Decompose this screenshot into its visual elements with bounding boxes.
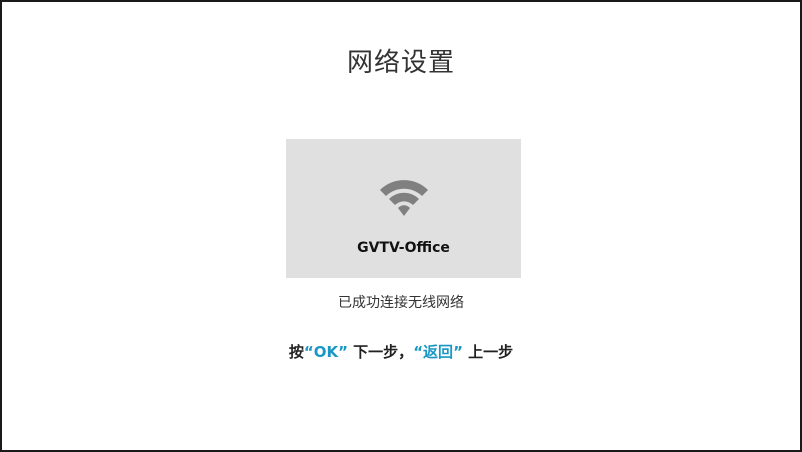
back-key-label: 返回 bbox=[423, 343, 454, 361]
hint-prefix: 按 bbox=[288, 343, 304, 361]
ok-key-label: OK bbox=[313, 343, 339, 361]
network-name: GVTV-Office bbox=[357, 240, 450, 256]
hint-quote-open-ok: “ bbox=[303, 343, 314, 361]
wifi-icon bbox=[380, 180, 428, 216]
navigation-hint: 按“OK” 下一步，“返回” 上一步 bbox=[2, 341, 800, 362]
hint-quote-close-ok: ” bbox=[338, 343, 348, 361]
hint-quote-close-back: ” bbox=[453, 343, 463, 361]
network-card[interactable]: GVTV-Office bbox=[286, 139, 521, 278]
hint-next-action: 下一步， bbox=[347, 343, 414, 361]
hint-prev-action: 上一步 bbox=[462, 343, 514, 361]
page-title: 网络设置 bbox=[346, 48, 455, 78]
network-settings-screen: 网络设置 GVTV-Office 已成功连接无线网络 按“OK” 下一步，“返回… bbox=[0, 0, 802, 452]
hint-quote-open-back: “ bbox=[413, 343, 424, 361]
connection-status: 已成功连接无线网络 bbox=[338, 295, 464, 311]
